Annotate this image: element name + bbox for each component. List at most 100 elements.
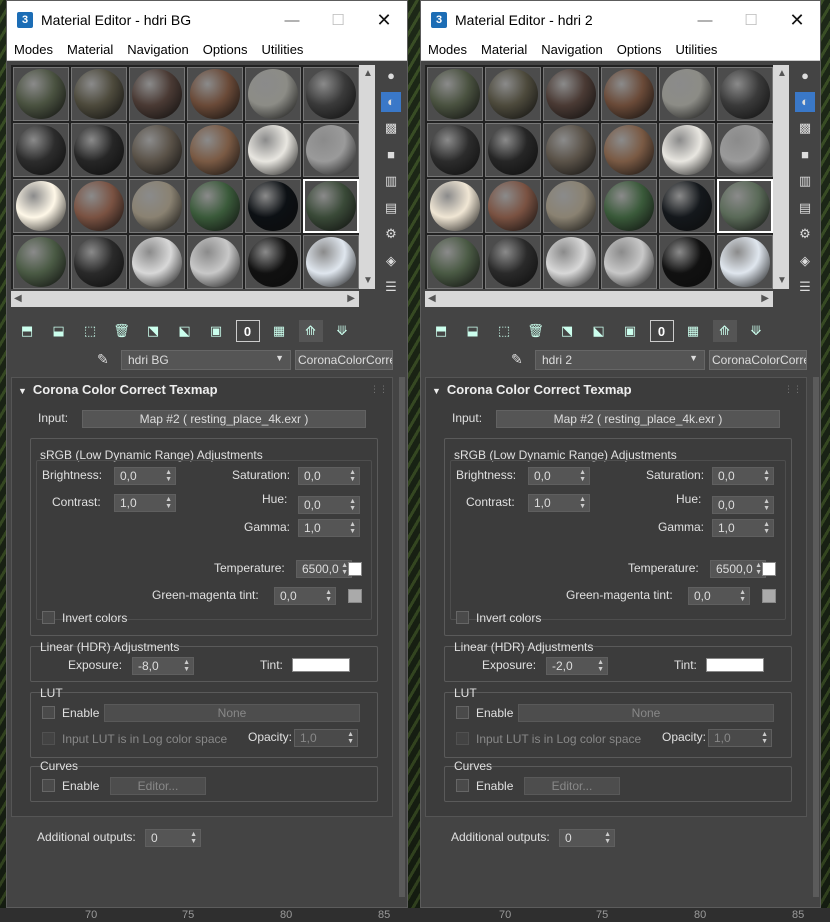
go-forward-to-sibling-icon[interactable]: ⟱ xyxy=(330,320,354,342)
sample-slot[interactable] xyxy=(427,123,483,177)
temperature-swatch[interactable] xyxy=(762,562,776,576)
gamma-spinner[interactable]: 1,0 ▲ ▼ xyxy=(712,519,774,537)
show-in-viewport-icon[interactable]: 0 xyxy=(649,320,674,342)
scroll-right-icon[interactable]: ▶ xyxy=(347,293,355,304)
put-to-scene-icon[interactable]: ⬓ xyxy=(47,320,71,342)
video-check-icon[interactable]: ▥ xyxy=(381,171,401,191)
rollout-header[interactable]: ▼ Corona Color Correct Texmap xyxy=(432,382,632,397)
select-by-material-icon[interactable]: ◈ xyxy=(381,251,401,271)
show-end-result-icon[interactable]: ▦ xyxy=(267,320,291,342)
minimize-icon[interactable]: — xyxy=(682,1,728,39)
menu-modes[interactable]: Modes xyxy=(428,42,467,57)
lut-file-button[interactable]: None xyxy=(104,704,360,722)
scroll-down-icon[interactable]: ▼ xyxy=(777,275,787,286)
assign-to-selection-icon[interactable]: ⬚ xyxy=(78,320,102,342)
opacity-spinner[interactable]: 1,0 ▲ ▼ xyxy=(708,729,772,747)
background-icon[interactable]: ▩ xyxy=(795,118,815,138)
tint-swatch[interactable] xyxy=(292,658,350,672)
green-magenta-spinner[interactable]: 0,0 ▲ ▼ xyxy=(274,587,336,605)
sample-slot[interactable] xyxy=(129,67,185,121)
additional-outputs-spinner[interactable]: 0 ▲ ▼ xyxy=(559,829,615,847)
tint-swatch[interactable] xyxy=(706,658,764,672)
material-editor-window[interactable]: 3 Material Editor - hdri 2 — ☐ ✕ Modes M… xyxy=(420,0,821,908)
scroll-up-icon[interactable]: ▲ xyxy=(777,68,787,79)
menu-modes[interactable]: Modes xyxy=(14,42,53,57)
lut-log-checkbox[interactable] xyxy=(456,732,469,745)
panel-scrollbar[interactable] xyxy=(813,377,819,897)
brightness-spinner[interactable]: 0,0 ▲ ▼ xyxy=(114,467,176,485)
sample-slot[interactable] xyxy=(485,235,541,289)
lut-log-checkbox[interactable] xyxy=(42,732,55,745)
menu-utilities[interactable]: Utilities xyxy=(262,42,304,57)
temperature-spinner[interactable]: 6500,0 ▲ ▼ xyxy=(710,560,766,578)
lut-enable-checkbox[interactable] xyxy=(42,706,55,719)
exposure-spinner[interactable]: -8,0 ▲ ▼ xyxy=(132,657,194,675)
pick-material-eyedropper-icon[interactable]: ✎ xyxy=(511,351,523,368)
sample-slot[interactable] xyxy=(245,179,301,233)
sample-slot[interactable] xyxy=(601,179,657,233)
scroll-left-icon[interactable]: ◀ xyxy=(428,293,436,304)
sample-slot[interactable] xyxy=(13,123,69,177)
sample-slot[interactable] xyxy=(427,179,483,233)
get-material-icon[interactable]: ⬒ xyxy=(429,320,453,342)
material-navigator-icon[interactable]: ☰ xyxy=(381,277,401,297)
green-magenta-swatch[interactable] xyxy=(348,589,362,603)
menu-material[interactable]: Material xyxy=(67,42,113,57)
sample-slot[interactable] xyxy=(659,123,715,177)
show-end-result-icon[interactable]: ▦ xyxy=(681,320,705,342)
timeline-ruler[interactable]: 70 75 80 85 70 75 80 85 xyxy=(0,908,830,922)
sample-slots-grid[interactable] xyxy=(11,65,359,289)
sample-slot[interactable] xyxy=(187,179,243,233)
sample-slot[interactable] xyxy=(245,67,301,121)
sample-slot[interactable] xyxy=(245,235,301,289)
sample-slot[interactable] xyxy=(543,235,599,289)
go-to-parent-icon[interactable]: ⟰ xyxy=(712,320,737,342)
input-map-button[interactable]: Map #2 ( resting_place_4k.exr ) xyxy=(496,410,780,428)
sample-slot[interactable] xyxy=(485,123,541,177)
material-name-dropdown[interactable]: hdri BG ▼ xyxy=(121,350,291,370)
sample-type-icon[interactable]: ● xyxy=(381,65,401,85)
sample-slot[interactable] xyxy=(129,123,185,177)
temperature-swatch[interactable] xyxy=(348,562,362,576)
sample-slot[interactable] xyxy=(303,123,359,177)
curves-editor-button[interactable]: Editor... xyxy=(110,777,206,795)
sample-slot[interactable] xyxy=(303,67,359,121)
green-magenta-spinner[interactable]: 0,0 ▲ ▼ xyxy=(688,587,750,605)
reset-map-icon[interactable]: 🗑 xyxy=(110,320,134,342)
close-icon[interactable]: ✕ xyxy=(361,1,407,39)
uv-tiling-icon[interactable]: ■ xyxy=(795,145,815,165)
sample-slot[interactable] xyxy=(659,235,715,289)
sample-slot[interactable] xyxy=(485,67,541,121)
hue-spinner[interactable]: 0,0 ▲ ▼ xyxy=(298,496,360,514)
uv-tiling-icon[interactable]: ■ xyxy=(381,145,401,165)
material-id-icon[interactable]: ▣ xyxy=(204,320,228,342)
backlight-icon[interactable]: ◐ xyxy=(381,91,401,112)
sample-slot[interactable] xyxy=(601,235,657,289)
make-preview-icon[interactable]: ▤ xyxy=(795,198,815,218)
sample-slot[interactable] xyxy=(187,235,243,289)
gamma-spinner[interactable]: 1,0 ▲ ▼ xyxy=(298,519,360,537)
sample-slot[interactable] xyxy=(717,235,773,289)
menu-navigation[interactable]: Navigation xyxy=(127,42,188,57)
saturation-spinner[interactable]: 0,0 ▲ ▼ xyxy=(298,467,360,485)
title-bar[interactable]: 3 Material Editor - hdri 2 — ☐ ✕ xyxy=(421,1,820,39)
sample-slot[interactable] xyxy=(601,67,657,121)
sample-slot[interactable] xyxy=(129,179,185,233)
go-to-parent-icon[interactable]: ⟰ xyxy=(298,320,323,342)
material-editor-window[interactable]: 3 Material Editor - hdri BG — ☐ ✕ Modes … xyxy=(6,0,408,908)
close-icon[interactable]: ✕ xyxy=(774,1,820,39)
title-bar[interactable]: 3 Material Editor - hdri BG — ☐ ✕ xyxy=(7,1,407,39)
sample-slot[interactable] xyxy=(71,67,127,121)
sample-slot[interactable] xyxy=(659,67,715,121)
sample-slots-hscroll[interactable]: ◀ ▶ xyxy=(425,291,773,307)
put-to-library-icon[interactable]: ⬕ xyxy=(173,320,197,342)
opacity-spinner[interactable]: 1,0 ▲ ▼ xyxy=(294,729,358,747)
options-icon[interactable]: ⚙ xyxy=(381,224,401,244)
minimize-icon[interactable]: — xyxy=(269,1,315,39)
sample-slots-vscroll[interactable]: ▲ ▼ xyxy=(359,65,375,289)
video-check-icon[interactable]: ▥ xyxy=(795,171,815,191)
sample-slot[interactable] xyxy=(485,179,541,233)
material-name-dropdown[interactable]: hdri 2 ▼ xyxy=(535,350,705,370)
curves-editor-button[interactable]: Editor... xyxy=(524,777,620,795)
backlight-icon[interactable]: ◐ xyxy=(795,91,815,112)
